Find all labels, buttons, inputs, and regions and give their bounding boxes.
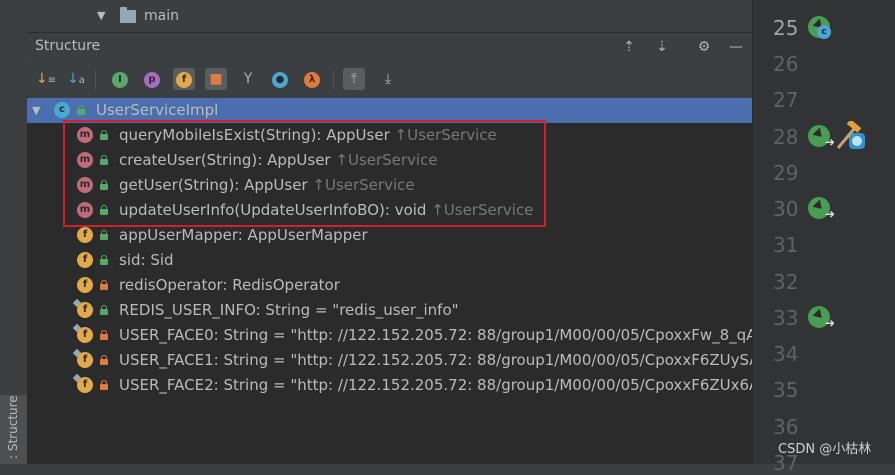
tree-row[interactable]: f USER_FACE1: String = "http: //122.152.… (27, 348, 774, 373)
private-visibility-icon (99, 355, 108, 365)
folder-icon (120, 7, 136, 23)
tree-row[interactable]: f USER_FACE0: String = "http: //122.152.… (27, 323, 774, 348)
line-number: 35 (773, 378, 799, 402)
expand-arrow-icon[interactable]: ▼ (32, 104, 40, 117)
line-number: 31 (773, 233, 799, 257)
tree-row[interactable]: f redisOperator: RedisOperator (27, 273, 752, 298)
field-signature: USER_FACE1: String = "http: //122.152.20… (119, 351, 774, 369)
show-properties-icon[interactable]: p (141, 68, 163, 90)
static-field-icon: f (77, 327, 93, 343)
public-visibility-icon (99, 255, 108, 265)
static-field-icon: f (77, 377, 93, 393)
field-icon: f (77, 277, 93, 293)
structure-toolbar: ↓≡ ↓a I p f ■ Y ● λ ⤒ ⤓ (27, 62, 752, 96)
structure-tree: ▼ c UserServiceImpl m queryMobileIsExist… (27, 98, 774, 464)
toolbar-separator (333, 70, 334, 90)
tree-row[interactable]: f sid: Sid (27, 248, 752, 273)
project-tree-row[interactable]: ▼ main (27, 0, 752, 32)
collapse-all-icon[interactable]: ⇣ (653, 38, 671, 56)
structure-panel-header: Structure ⇡ ⇣ ⚙ — (27, 32, 752, 61)
sort-by-visibility-icon[interactable]: ↓≡ (35, 68, 57, 90)
tree-row[interactable]: f REDIS_USER_INFO: String = "redis_user_… (27, 298, 752, 323)
line-number: 27 (773, 88, 799, 112)
show-inner-classes-icon[interactable]: Y (237, 68, 259, 90)
line-number: 32 (773, 270, 799, 294)
private-visibility-icon (99, 330, 108, 340)
private-visibility-icon (99, 380, 108, 390)
line-number: 36 (773, 415, 799, 439)
sort-alphabetically-icon[interactable]: ↓a (65, 68, 87, 90)
public-visibility-icon (76, 105, 85, 115)
editor-gutter: 25 26 27 28 29 30 31 32 33 34 35 36 37 c… (752, 0, 895, 475)
implements-method-gutter-icon[interactable]: ➜ (808, 125, 835, 149)
field-signature: USER_FACE2: String = "http: //122.152.20… (119, 376, 771, 394)
field-signature: redisOperator: RedisOperator (119, 276, 340, 294)
panel-title: Structure (35, 38, 101, 54)
autoscroll-from-source-icon[interactable]: ⤓ (377, 68, 399, 90)
static-field-icon: f (77, 302, 93, 318)
minimize-icon[interactable]: — (727, 38, 745, 56)
show-anonymous-icon[interactable]: ● (269, 68, 291, 90)
field-signature: USER_FACE0: String = "http: //122.152.20… (119, 326, 774, 344)
line-number: 26 (773, 52, 799, 76)
line-number: 28 (773, 125, 799, 149)
line-number: 33 (773, 306, 799, 330)
tree-row[interactable]: f appUserMapper: AppUserMapper (27, 223, 752, 248)
field-signature: appUserMapper: AppUserMapper (119, 226, 368, 244)
show-fields-icon[interactable]: f (173, 68, 195, 90)
line-number: 34 (773, 342, 799, 366)
public-visibility-icon (99, 305, 108, 315)
structure-side-tab-label: : Structure (6, 395, 20, 459)
folder-label: main (144, 8, 179, 24)
show-lambdas-icon[interactable]: λ (301, 68, 323, 90)
line-number: 30 (773, 197, 799, 221)
public-visibility-icon (99, 230, 108, 240)
private-visibility-icon (99, 280, 108, 290)
implements-method-gutter-icon[interactable]: ➜ (808, 197, 835, 221)
implemented-class-gutter-icon[interactable]: c (808, 16, 831, 39)
watermark: CSDN @小枯林 (778, 442, 872, 457)
field-icon: f (77, 227, 93, 243)
structure-side-tab[interactable]: : Structure (0, 395, 27, 464)
show-inherited-icon[interactable]: I (109, 68, 131, 90)
tree-row[interactable]: f USER_FACE2: String = "http: //122.152.… (27, 373, 771, 398)
show-non-public-icon[interactable]: ■ (205, 68, 227, 90)
field-icon: f (77, 252, 93, 268)
field-signature: REDIS_USER_INFO: String = "redis_user_in… (119, 301, 459, 319)
gear-icon[interactable]: ⚙ (695, 38, 713, 56)
annotation-highlight-box (63, 120, 546, 227)
line-number: 25 (773, 16, 799, 40)
autoscroll-to-source-icon[interactable]: ⤒ (343, 68, 365, 90)
class-icon: c (54, 102, 70, 118)
static-field-icon: f (77, 352, 93, 368)
field-signature: sid: Sid (119, 251, 174, 269)
line-number: 29 (773, 161, 799, 185)
hammer-icon[interactable] (835, 121, 867, 151)
class-name: UserServiceImpl (96, 101, 219, 119)
expand-arrow-icon[interactable]: ▼ (97, 9, 105, 22)
toolbar-separator (95, 70, 96, 90)
expand-all-icon[interactable]: ⇡ (620, 38, 638, 56)
implements-method-gutter-icon[interactable]: ➜ (808, 306, 835, 330)
